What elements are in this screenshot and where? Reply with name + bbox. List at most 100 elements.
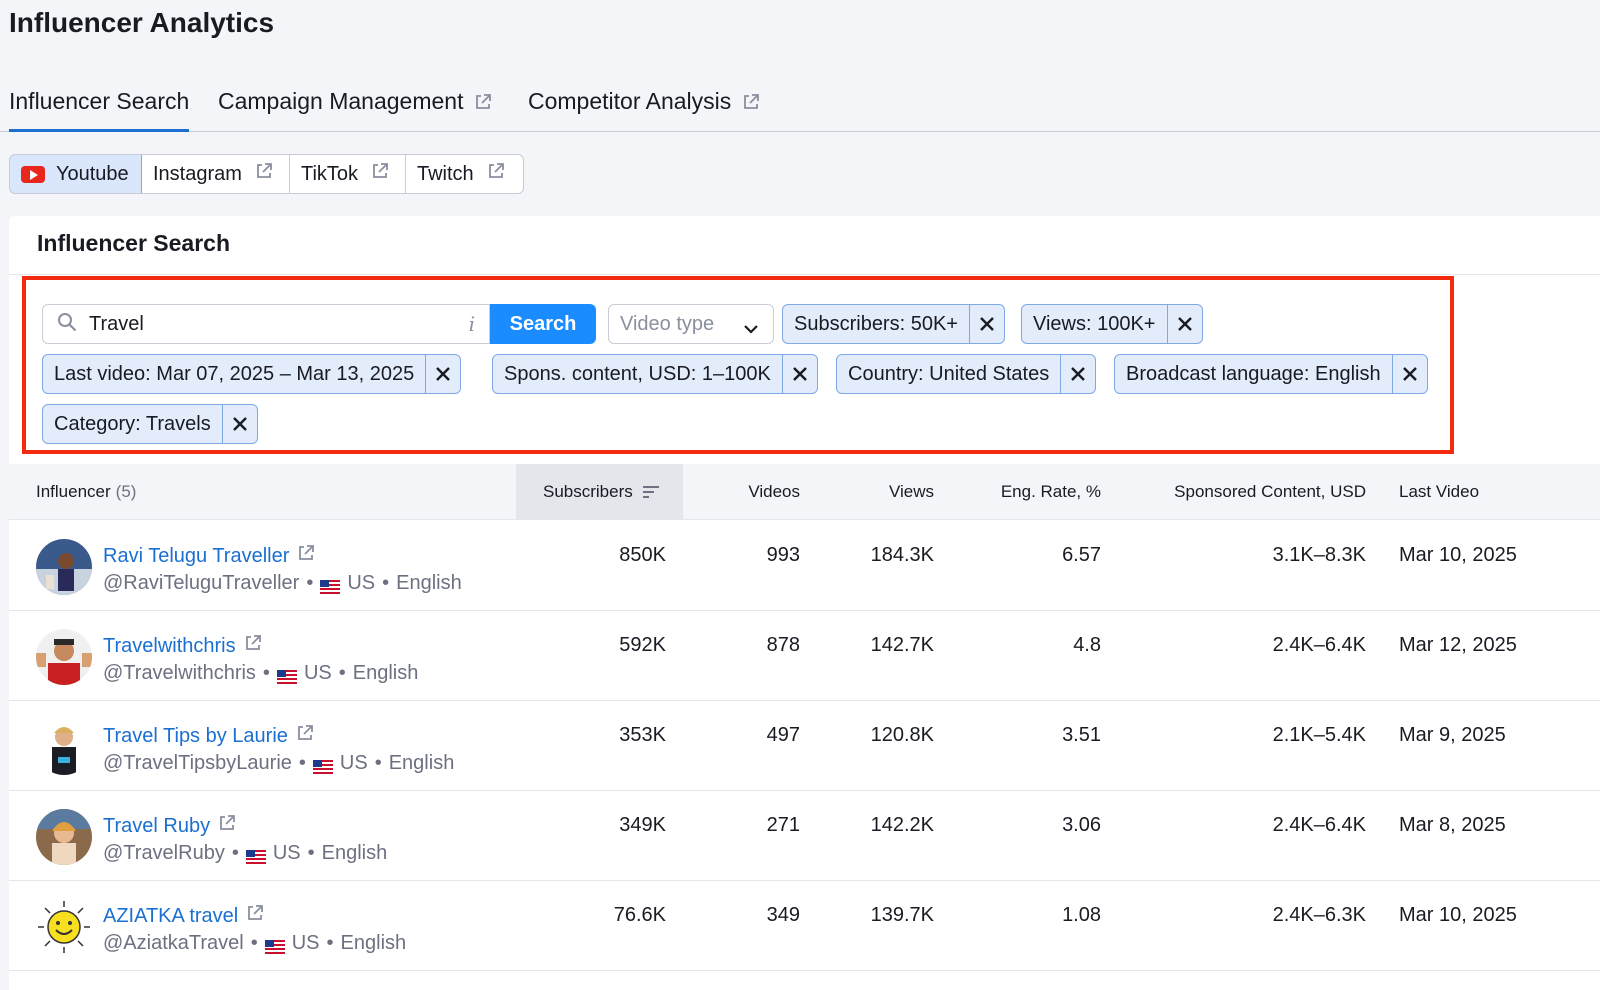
views-cell: 120.8K	[870, 724, 934, 746]
column-header-last-video[interactable]: Last Video	[1399, 464, 1479, 520]
subscribers-cell: 592K	[619, 634, 666, 656]
external-link-icon	[486, 161, 506, 187]
influencer-name: AZIATKA travel	[103, 904, 239, 927]
separator-dot: •	[298, 752, 306, 774]
influencer-language: English	[352, 662, 419, 684]
last-video-cell: Mar 8, 2025	[1399, 814, 1506, 836]
tab-influencer-search[interactable]: Influencer Search	[9, 88, 190, 132]
influencer-name-link[interactable]: Travel Tips by Laurie	[103, 723, 315, 749]
column-header-videos[interactable]: Videos	[709, 464, 800, 520]
external-link-icon	[243, 633, 263, 659]
table-row: Travelwithchris @Travelwithchris • US • …	[9, 611, 1600, 701]
subscribers-cell: 349K	[619, 814, 666, 836]
videos-cell: 271	[766, 814, 800, 836]
avatar	[36, 809, 92, 865]
influencer-meta: @AziatkaTravel • US • English	[103, 932, 406, 955]
influencer-name-link[interactable]: Ravi Telugu Traveller	[103, 543, 316, 569]
filter-chip-label[interactable]: Category: Travels	[43, 405, 223, 443]
close-icon[interactable]	[1061, 355, 1095, 393]
close-icon[interactable]	[970, 305, 1004, 343]
platform-tab-youtube[interactable]: Youtube	[10, 155, 142, 193]
platform-tabs: Youtube Instagram TikTok Twitch	[9, 154, 524, 194]
sponsored-content-cell: 3.1K–8.3K	[1272, 544, 1366, 566]
platform-tab-label: Twitch	[417, 162, 474, 185]
influencer-name-link[interactable]: Travel Ruby	[103, 813, 237, 839]
separator-dot: •	[262, 662, 270, 684]
influencer-country: US	[339, 752, 368, 774]
us-flag-icon	[320, 577, 341, 594]
eng-rate-cell: 3.51	[1062, 724, 1101, 746]
videos-cell: 878	[766, 634, 800, 656]
tab-label: Influencer Search	[9, 88, 190, 114]
influencer-meta: @RaviTeluguTraveller • US • English	[103, 572, 462, 595]
platform-tab-instagram[interactable]: Instagram	[142, 155, 290, 193]
subscribers-cell: 353K	[619, 724, 666, 746]
influencer-name-link[interactable]: Travelwithchris	[103, 633, 263, 659]
external-link-icon	[370, 161, 390, 187]
column-header-label: Videos	[748, 482, 800, 501]
top-tabs: Influencer Search Campaign Management Co…	[0, 78, 1600, 132]
filter-chip-label[interactable]: Subscribers: 50K+	[783, 305, 970, 343]
column-header-subscribers[interactable]: Subscribers	[516, 464, 683, 520]
table-row: Ravi Telugu Traveller @RaviTeluguTravell…	[9, 521, 1600, 611]
external-link-icon	[295, 723, 315, 749]
close-icon[interactable]	[783, 355, 817, 393]
sponsored-content-cell: 2.4K–6.4K	[1272, 634, 1366, 656]
videos-cell: 349	[766, 904, 800, 926]
sort-icon	[642, 485, 660, 499]
tab-competitor-analysis[interactable]: Competitor Analysis	[528, 88, 761, 132]
column-header-label: Last Video	[1399, 482, 1480, 501]
column-header-eng-rate[interactable]: Eng. Rate, %	[969, 464, 1101, 520]
filter-chip-category: Category: Travels	[42, 404, 258, 444]
filter-chip-label[interactable]: Broadcast language: English	[1115, 355, 1393, 393]
close-icon[interactable]	[1393, 355, 1427, 393]
table-header: Influencer (5) Subscribers Videos Views …	[9, 464, 1600, 520]
column-header-views[interactable]: Views	[829, 464, 934, 520]
influencer-name-link[interactable]: AZIATKA travel	[103, 903, 265, 929]
avatar	[36, 539, 92, 595]
info-icon[interactable]: i	[469, 312, 475, 336]
filter-chip-views: Views: 100K+	[1021, 304, 1203, 344]
influencer-meta: @TravelTipsbyLaurie • US • English	[103, 752, 454, 775]
column-header-label: Views	[888, 482, 934, 501]
platform-tab-tiktok[interactable]: TikTok	[290, 155, 406, 193]
views-cell: 184.3K	[870, 544, 934, 566]
influencer-name: Travel Ruby	[103, 814, 211, 837]
sponsored-content-cell: 2.4K–6.4K	[1272, 814, 1366, 836]
table-row: Travel Ruby @TravelRuby • US • English 3…	[9, 791, 1600, 881]
platform-tab-twitch[interactable]: Twitch	[406, 155, 523, 193]
platform-tab-label: TikTok	[301, 162, 359, 185]
close-icon[interactable]	[1168, 305, 1202, 343]
table-row: Travel Tips by Laurie @TravelTipsbyLauri…	[9, 701, 1600, 791]
avatar	[36, 629, 92, 685]
column-header-sponsored-content[interactable]: Sponsored Content, USD	[1129, 464, 1366, 520]
video-type-select[interactable]: Video type	[608, 304, 774, 344]
platform-tab-label: Instagram	[153, 162, 242, 185]
filter-chip-label[interactable]: Country: United States	[837, 355, 1062, 393]
avatar	[36, 719, 92, 775]
search-input[interactable]	[89, 312, 449, 336]
filter-chip-label[interactable]: Spons. content, USD: 1–100K	[493, 355, 783, 393]
influencer-language: English	[340, 932, 407, 954]
influencer-search-card: Influencer Search i Search Video type Su…	[9, 216, 1600, 990]
search-box: i	[42, 304, 490, 344]
avatar	[36, 899, 92, 955]
column-header-label: Influencer	[36, 482, 111, 501]
subscribers-cell: 76.6K	[613, 904, 666, 926]
filter-chip-broadcast-language: Broadcast language: English	[1114, 354, 1428, 394]
influencer-name: Ravi Telugu Traveller	[103, 544, 290, 567]
tab-label: Campaign Management	[218, 88, 464, 114]
us-flag-icon	[264, 937, 285, 954]
videos-cell: 993	[766, 544, 800, 566]
tab-campaign-management[interactable]: Campaign Management	[218, 88, 493, 132]
search-button[interactable]: Search	[490, 304, 596, 344]
filter-chip-label[interactable]: Last video: Mar 07, 2025 – Mar 13, 2025	[43, 355, 427, 393]
us-flag-icon	[312, 757, 333, 774]
filter-chip-label[interactable]: Views: 100K+	[1022, 305, 1168, 343]
column-header-influencer[interactable]: Influencer (5)	[36, 464, 136, 520]
influencer-country: US	[291, 932, 320, 954]
close-icon[interactable]	[426, 355, 460, 393]
influencer-meta: @TravelRuby • US • English	[103, 842, 387, 865]
last-video-cell: Mar 10, 2025	[1399, 544, 1517, 566]
close-icon[interactable]	[223, 405, 257, 443]
